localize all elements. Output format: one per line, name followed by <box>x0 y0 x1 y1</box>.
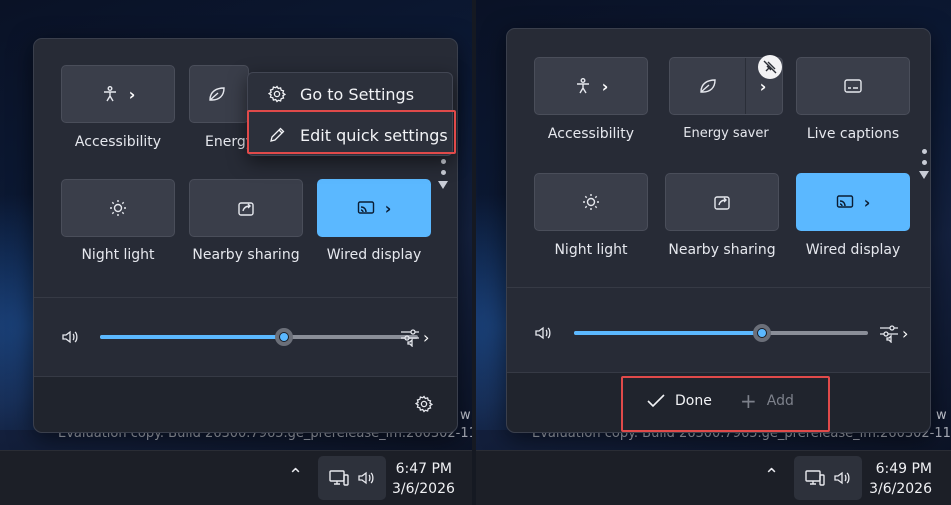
tile-label-accessibility: Accessibility <box>547 126 635 142</box>
captions-icon <box>843 78 863 94</box>
sun-icon <box>582 193 600 211</box>
chevron-right-icon: › <box>423 327 430 347</box>
cast-icon <box>836 194 854 210</box>
tile-accessibility[interactable]: › <box>534 57 648 115</box>
tile-label-nearby-sharing: Nearby sharing <box>192 247 300 263</box>
tile-live-captions[interactable] <box>796 57 910 115</box>
accessibility-icon <box>574 77 592 95</box>
chevron-right-icon[interactable]: › <box>385 199 392 218</box>
clock[interactable]: 6:47 PM 3/6/2026 <box>392 459 455 499</box>
sun-icon <box>109 199 127 217</box>
chevron-right-icon: › <box>759 76 767 96</box>
tile-label-night-light: Night light <box>81 247 155 263</box>
tile-label-nearby-sharing: Nearby sharing <box>668 242 776 258</box>
menu-item-go-to-settings[interactable]: Go to Settings <box>248 75 452 113</box>
audio-output-button[interactable]: › <box>400 327 429 347</box>
clock-time: 6:47 PM <box>395 461 452 477</box>
tile-nearby-sharing[interactable] <box>665 173 779 231</box>
quick-settings-panel-edit-mode: › › Accessibility Energy saver Live capt… <box>506 28 931 433</box>
network-icon <box>329 469 349 487</box>
chevron-right-icon[interactable]: › <box>602 77 609 96</box>
tile-label-energy: Energy <box>205 134 255 150</box>
network-icon <box>805 469 825 487</box>
tile-label-wired-display: Wired display <box>805 242 901 258</box>
watermark-tail: w <box>460 408 471 423</box>
clock-date: 3/6/2026 <box>869 481 932 497</box>
volume-slider-fill <box>100 335 286 339</box>
volume-slider-thumb[interactable] <box>275 328 293 346</box>
tile-night-light[interactable] <box>534 173 648 231</box>
page-indicator[interactable] <box>919 149 929 179</box>
system-tray-group[interactable] <box>318 456 386 500</box>
chevron-up-icon[interactable]: ⌃ <box>288 465 303 486</box>
audio-output-button[interactable]: › <box>879 323 908 343</box>
tile-wired-display[interactable]: › <box>317 179 431 237</box>
tile-label-wired-display: Wired display <box>326 247 422 263</box>
leaf-icon <box>207 85 227 103</box>
system-tray-group[interactable] <box>794 456 862 500</box>
tile-label-night-light: Night light <box>554 242 628 258</box>
clock-time: 6:49 PM <box>875 461 932 477</box>
chevron-right-icon: › <box>902 323 909 343</box>
page-indicator[interactable] <box>438 159 448 189</box>
settings-gear-icon[interactable] <box>415 395 433 413</box>
taskbar: ⌃ 6:49 PM 3/6/2026 <box>476 450 951 505</box>
clock-date: 3/6/2026 <box>392 481 455 497</box>
tile-energy[interactable] <box>189 65 249 123</box>
right-screenshot: Evaluation copy. Build 26300.7965.ge_pre… <box>476 0 951 505</box>
chevron-up-icon[interactable]: ⌃ <box>764 465 779 486</box>
section-divider <box>34 297 457 298</box>
tile-nearby-sharing[interactable] <box>189 179 303 237</box>
highlight-box-done-add <box>621 376 830 432</box>
audio-mixer-icon <box>400 327 420 347</box>
menu-item-label: Go to Settings <box>300 84 415 104</box>
chevron-right-icon[interactable]: › <box>864 193 871 212</box>
tile-label-live-captions: Live captions <box>806 126 900 142</box>
share-icon <box>237 199 255 217</box>
volume-slider-thumb[interactable] <box>753 324 771 342</box>
clock[interactable]: 6:49 PM 3/6/2026 <box>868 459 932 499</box>
taskbar: ⌃ 6:47 PM 3/6/2026 <box>0 450 472 505</box>
panel-footer <box>34 376 457 432</box>
accessibility-icon <box>101 85 119 103</box>
highlight-box-edit <box>247 110 456 154</box>
tile-accessibility[interactable]: › <box>61 65 175 123</box>
gear-icon <box>268 85 286 103</box>
tile-label-accessibility: Accessibility <box>74 134 162 150</box>
share-icon <box>713 193 731 211</box>
watermark-tail: w <box>936 408 947 423</box>
unpin-button[interactable] <box>758 55 782 79</box>
energy-saver-toggle[interactable] <box>670 58 746 114</box>
chevron-right-icon[interactable]: › <box>129 85 136 104</box>
volume-icon <box>833 470 851 486</box>
cast-icon <box>357 200 375 216</box>
volume-icon <box>357 470 375 486</box>
volume-slider-fill <box>574 331 762 335</box>
tile-label-energy-saver: Energy saver <box>683 126 769 141</box>
tile-night-light[interactable] <box>61 179 175 237</box>
speaker-icon[interactable] <box>534 325 552 341</box>
audio-mixer-icon <box>879 323 899 343</box>
section-divider <box>507 287 930 288</box>
unpin-icon <box>763 60 777 74</box>
left-screenshot: Evaluation copy. Build 26300.7965.ge_pre… <box>0 0 472 505</box>
leaf-icon <box>698 77 718 95</box>
tile-wired-display[interactable]: › <box>796 173 910 231</box>
speaker-icon[interactable] <box>61 329 79 345</box>
